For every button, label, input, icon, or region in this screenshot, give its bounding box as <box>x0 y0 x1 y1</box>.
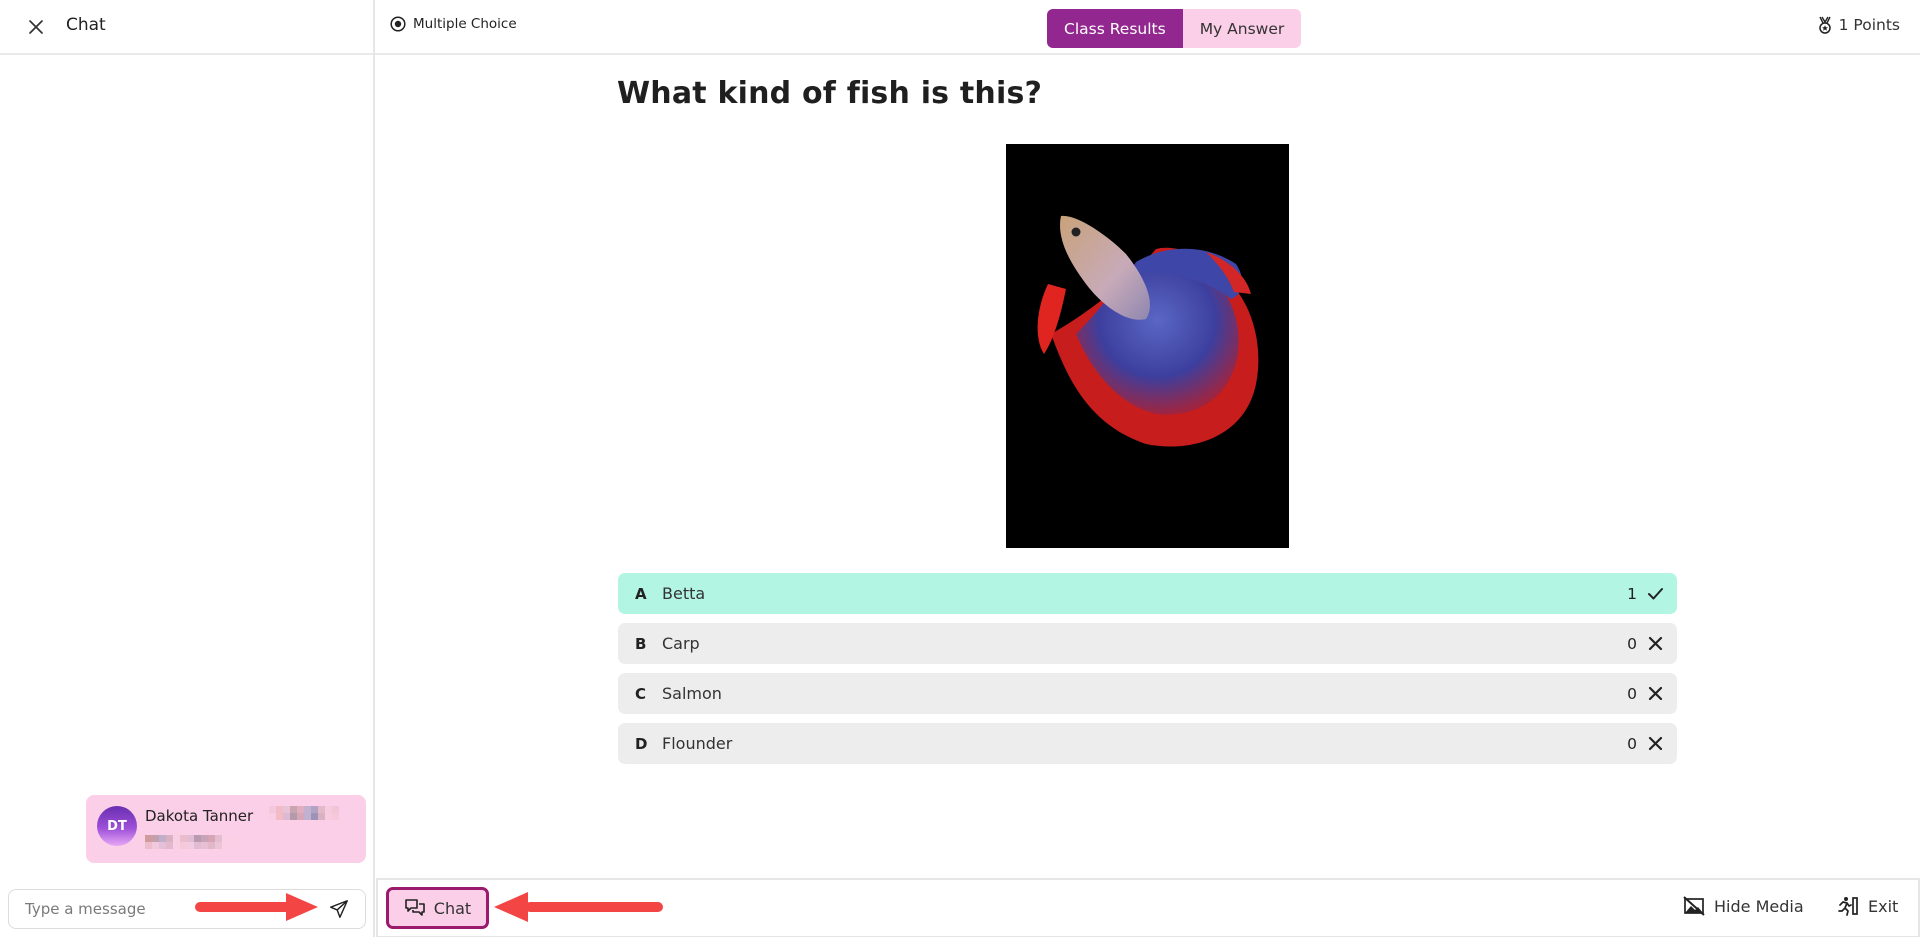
medal-icon <box>1817 16 1833 34</box>
x-icon <box>1647 735 1664 752</box>
message-author: Dakota Tanner <box>145 807 253 825</box>
chat-message: DT Dakota Tanner <box>86 795 366 863</box>
redacted-message-body <box>145 835 243 849</box>
send-icon <box>328 898 350 920</box>
option-text: Carp <box>662 634 700 653</box>
radio-icon <box>390 16 406 32</box>
results-view-toggle: Class Results My Answer <box>1047 9 1301 48</box>
hide-image-icon <box>1683 896 1705 916</box>
answer-option-d[interactable]: D Flounder 0 <box>618 723 1677 764</box>
bottom-toolbar: Chat Hide Media Exit <box>376 878 1920 937</box>
question-header: Multiple Choice Class Results My Answer … <box>375 0 1920 55</box>
check-icon <box>1647 585 1664 602</box>
question-type: Multiple Choice <box>390 16 517 32</box>
close-icon <box>28 19 44 35</box>
exit-run-icon <box>1837 896 1859 916</box>
hide-media-label: Hide Media <box>1714 897 1804 916</box>
message-composer <box>8 889 366 929</box>
hide-media-button[interactable]: Hide Media <box>1683 896 1804 916</box>
chat-sidebar-header: Chat <box>0 0 373 55</box>
x-icon <box>1647 685 1664 702</box>
answer-option-b[interactable]: B Carp 0 <box>618 623 1677 664</box>
x-icon <box>1647 635 1664 652</box>
send-message-button[interactable] <box>328 898 352 922</box>
avatar: DT <box>97 806 137 846</box>
question-title: What kind of fish is this? <box>617 76 1042 111</box>
redacted-timestamp <box>269 806 339 820</box>
message-input[interactable] <box>25 890 315 928</box>
points-display: 1 Points <box>1817 16 1900 34</box>
answer-options: A Betta 1 B Carp 0 C Salmon 0 D Flounder <box>618 573 1677 773</box>
option-response-count: 1 <box>1627 585 1637 603</box>
betta-fish-image <box>1006 144 1289 548</box>
tab-class-results[interactable]: Class Results <box>1047 9 1183 48</box>
exit-button[interactable]: Exit <box>1837 896 1898 916</box>
option-text: Salmon <box>662 684 722 703</box>
question-type-label: Multiple Choice <box>413 16 517 32</box>
chat-title: Chat <box>66 15 106 35</box>
close-chat-button[interactable] <box>24 15 48 39</box>
chat-toggle-button[interactable]: Chat <box>386 887 489 929</box>
option-letter: A <box>635 585 647 603</box>
chat-sidebar: Chat DT Dakota Tanner <box>0 0 375 937</box>
answer-option-a[interactable]: A Betta 1 <box>618 573 1677 614</box>
exit-label: Exit <box>1868 897 1898 916</box>
chat-toggle-label: Chat <box>434 899 471 918</box>
option-response-count: 0 <box>1627 635 1637 653</box>
option-letter: D <box>635 735 647 753</box>
tab-my-answer[interactable]: My Answer <box>1183 9 1302 48</box>
quiz-results-app: Chat DT Dakota Tanner <box>0 0 1920 937</box>
points-value: 1 Points <box>1839 16 1900 34</box>
chat-bubbles-icon <box>404 898 426 918</box>
option-letter: B <box>635 635 646 653</box>
question-image <box>1006 144 1289 548</box>
option-text: Flounder <box>662 734 732 753</box>
option-letter: C <box>635 685 646 703</box>
option-response-count: 0 <box>1627 735 1637 753</box>
answer-option-c[interactable]: C Salmon 0 <box>618 673 1677 714</box>
option-text: Betta <box>662 584 705 603</box>
option-response-count: 0 <box>1627 685 1637 703</box>
